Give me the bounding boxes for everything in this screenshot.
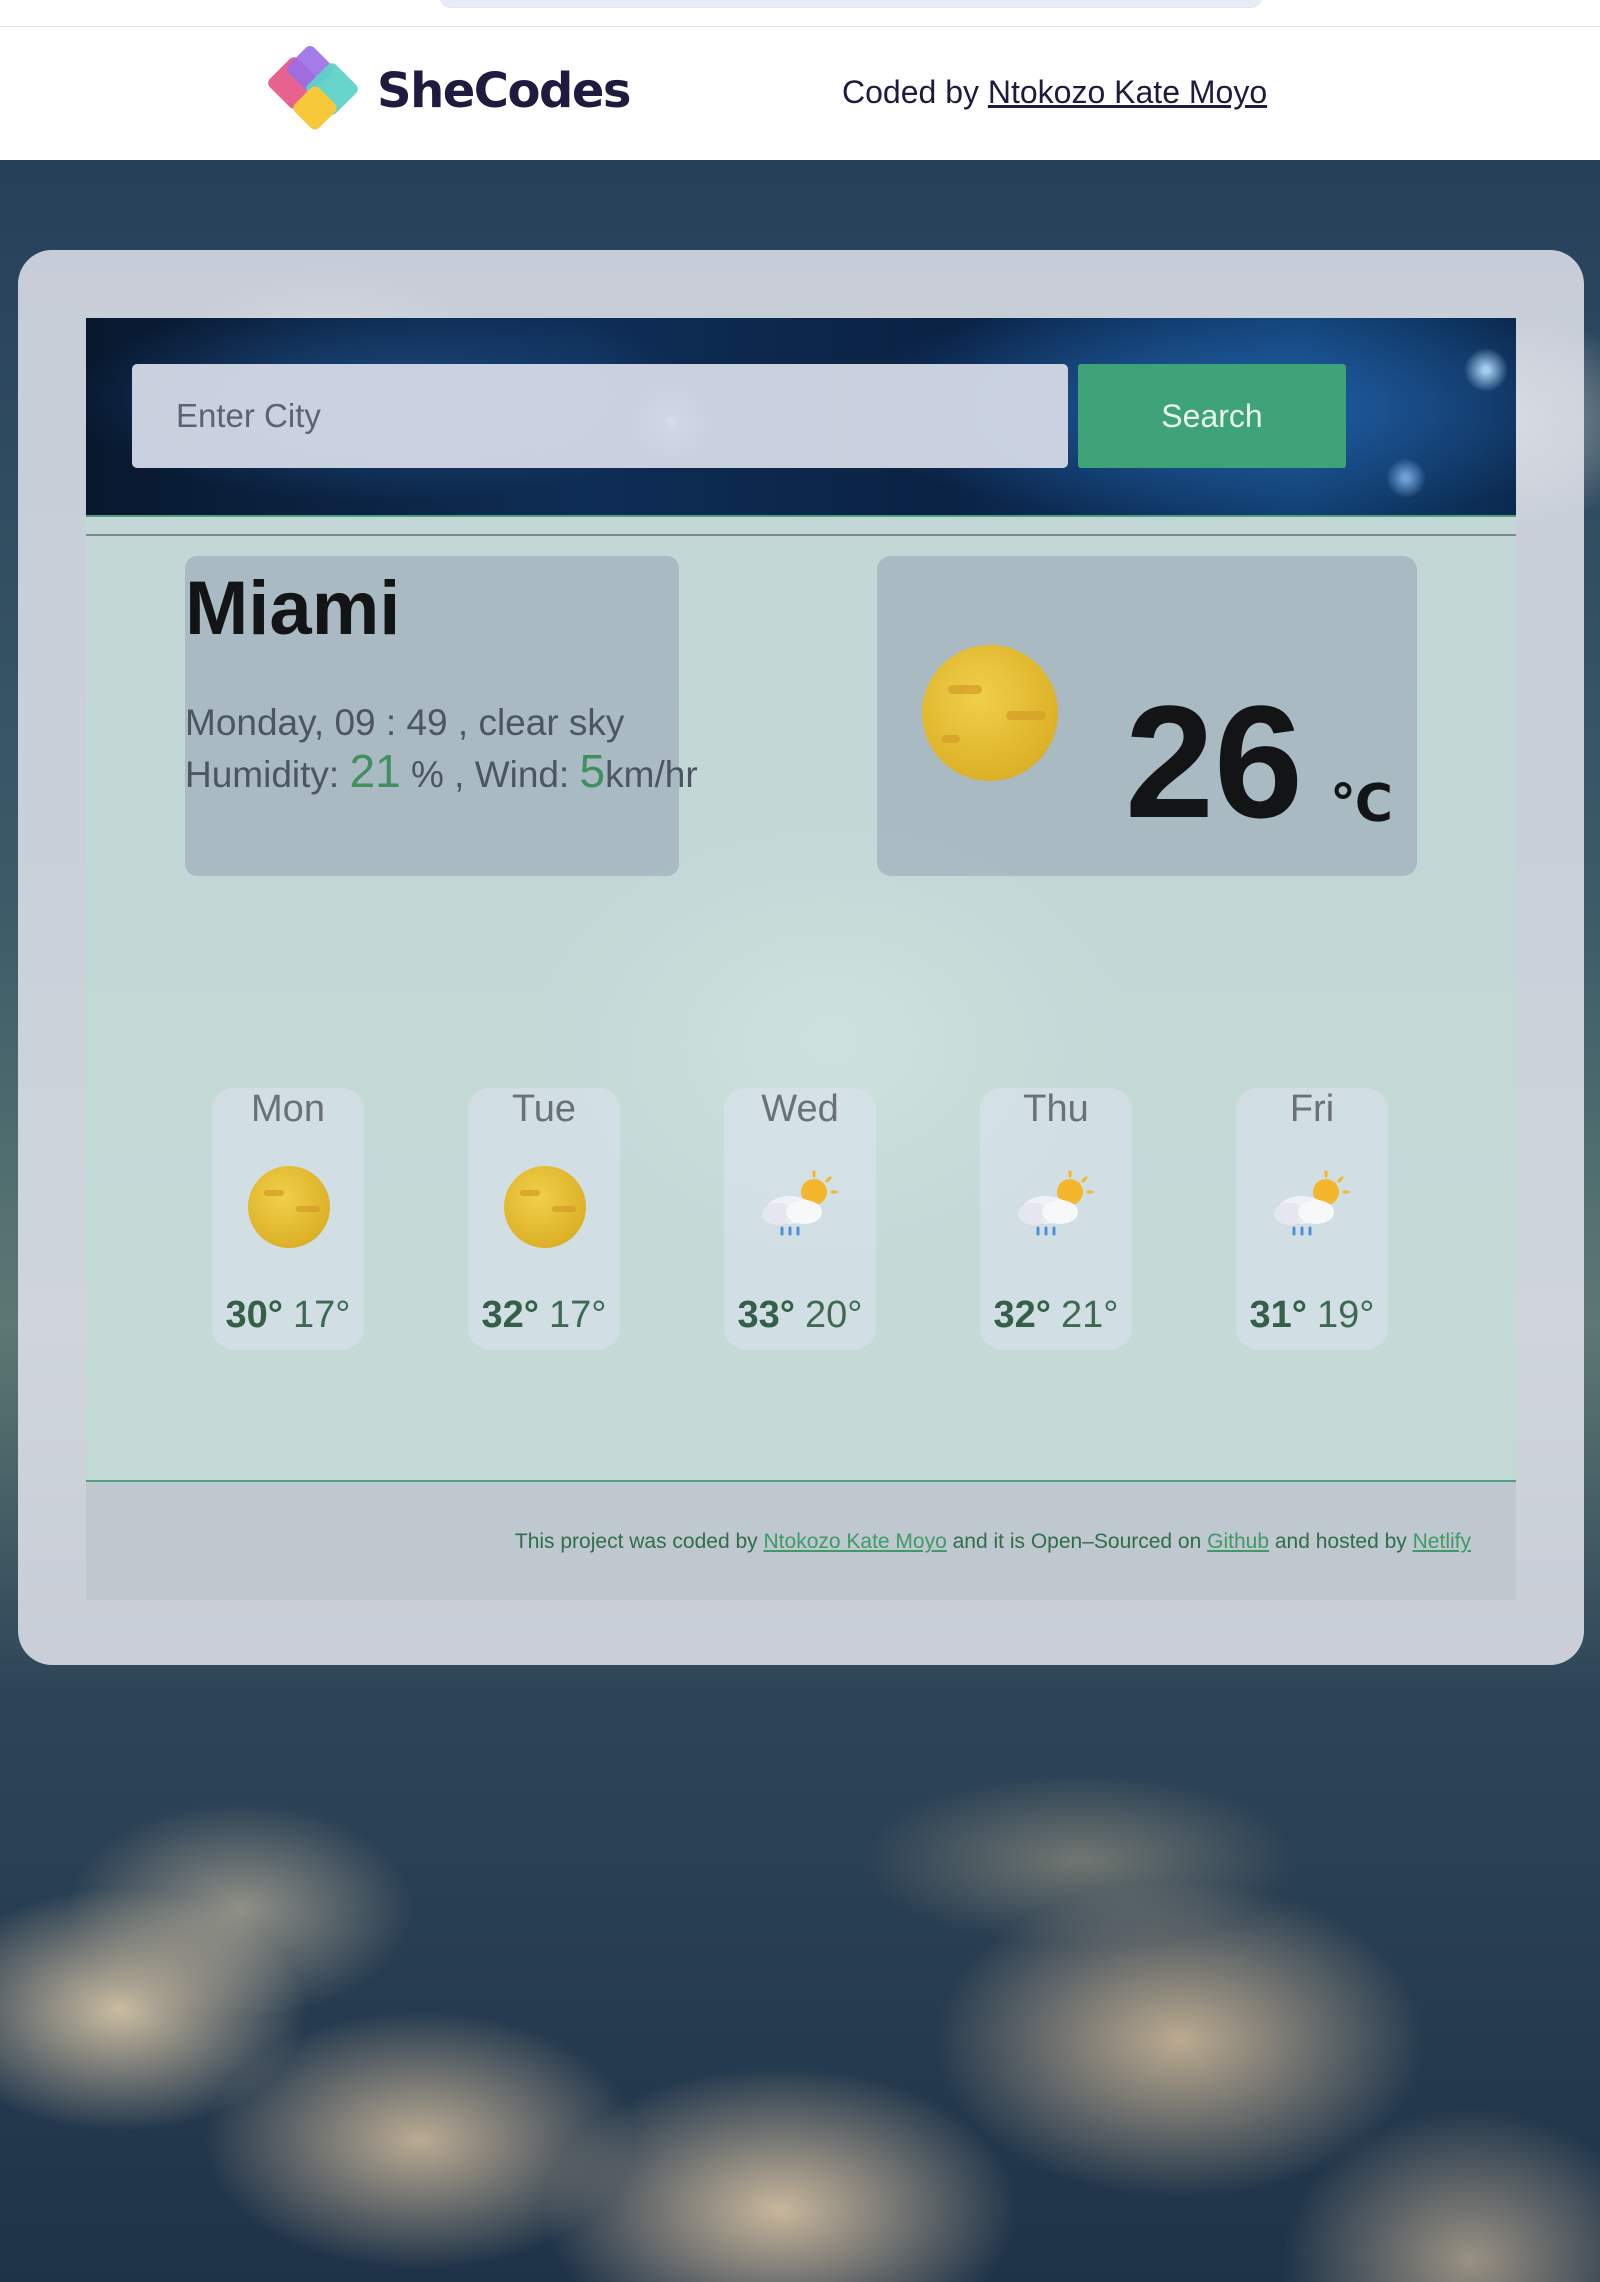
forecast-temps: 32° 21° <box>980 1294 1132 1337</box>
sun-icon <box>248 1166 330 1248</box>
forecast-day-thu: Thu 32° 21° <box>980 1088 1132 1350</box>
city-name: Miami <box>185 566 401 651</box>
forecast-low: 20° <box>805 1294 863 1336</box>
current-day: Monday <box>185 702 314 743</box>
header-credit: Coded by Ntokozo Kate Moyo <box>842 74 1267 111</box>
wind-value: 5 <box>579 745 606 797</box>
forecast-temps: 32° 17° <box>468 1294 620 1337</box>
search-button[interactable]: Search <box>1078 364 1346 468</box>
forecast-low: 21° <box>1061 1294 1119 1336</box>
wind-unit: km/hr <box>605 754 698 795</box>
sun-icon <box>504 1166 586 1248</box>
site-header: SheCodes Coded by Ntokozo Kate Moyo <box>0 27 1600 160</box>
date-description: Monday, 09 : 49 , clear sky <box>185 702 625 743</box>
temperature-unit[interactable]: ℃ <box>1330 774 1393 834</box>
forecast-high: 33° <box>737 1294 795 1336</box>
address-bar[interactable] <box>440 0 1262 8</box>
brand-name: SheCodes <box>377 63 631 119</box>
humidity-label: Humidity: <box>185 754 340 795</box>
shecodes-logo-icon <box>268 46 358 130</box>
forecast-day-label: Mon <box>251 1088 325 1130</box>
forecast-temps: 31° 19° <box>1236 1294 1388 1337</box>
forecast-temps: 30° 17° <box>212 1294 364 1337</box>
current-temperature: 26 <box>1125 672 1303 851</box>
forecast-day-label: Wed <box>761 1088 839 1130</box>
forecast-day-label: Fri <box>1289 1088 1335 1130</box>
author-link[interactable]: Ntokozo Kate Moyo <box>988 74 1267 110</box>
github-link[interactable]: Github <box>1207 1530 1269 1553</box>
forecast-day-fri: Fri 31° 19° <box>1236 1088 1388 1350</box>
forecast-low: 17° <box>293 1294 351 1336</box>
wind-label: Wind: <box>474 754 570 795</box>
forecast-day-wed: Wed 33° 20° <box>724 1088 876 1350</box>
forecast-high: 32° <box>481 1294 539 1336</box>
netlify-link[interactable]: Netlify <box>1413 1530 1471 1553</box>
footer-author-link[interactable]: Ntokozo Kate Moyo <box>764 1530 947 1553</box>
forecast-high: 31° <box>1249 1294 1307 1336</box>
humidity-unit: % <box>410 754 444 795</box>
footer-text-2: and it is Open–Sourced on <box>952 1530 1202 1553</box>
forecast-high: 32° <box>993 1294 1051 1336</box>
browser-top-strip <box>0 0 1600 27</box>
sun-cloud-rain-icon <box>762 1170 838 1236</box>
city-search-input[interactable] <box>132 364 1068 468</box>
sun-cloud-rain-icon <box>1274 1170 1350 1236</box>
sun-icon <box>922 645 1058 781</box>
forecast-day-tue: Tue 32° 17° <box>468 1088 620 1350</box>
footer-credits: This project was coded by Ntokozo Kate M… <box>515 1530 1471 1554</box>
footer-text-3: and hosted by <box>1274 1530 1407 1553</box>
forecast-low: 17° <box>549 1294 607 1336</box>
forecast-temps: 33° 20° <box>724 1294 876 1337</box>
sun-cloud-rain-icon <box>1018 1170 1094 1236</box>
weather-description: clear sky <box>478 702 625 743</box>
forecast-day-label: Thu <box>1023 1088 1089 1130</box>
divider-line <box>86 534 1516 536</box>
forecast-day-mon: Mon 30° 17° <box>212 1088 364 1350</box>
humidity-wind: Humidity: 21 % , Wind: 5km/hr <box>185 745 698 797</box>
page-footer: This project was coded by Ntokozo Kate M… <box>86 1480 1516 1600</box>
forecast-low: 19° <box>1317 1294 1375 1336</box>
forecast-high: 30° <box>225 1294 283 1336</box>
forecast-day-label: Tue <box>511 1088 577 1130</box>
current-time: 09 : 49 <box>334 702 448 743</box>
footer-text-1: This project was coded by <box>514 1530 758 1553</box>
credit-prefix: Coded by <box>842 74 979 110</box>
humidity-value: 21 <box>349 745 401 797</box>
